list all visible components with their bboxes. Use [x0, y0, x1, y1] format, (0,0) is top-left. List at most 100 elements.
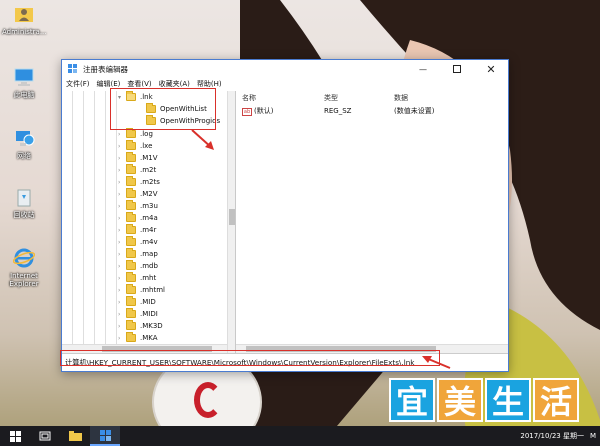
chevron-down-icon[interactable]: ▾ [118, 94, 126, 101]
minimize-icon: — [419, 64, 427, 74]
chevron-right-icon[interactable]: › [118, 155, 126, 162]
folder-icon [126, 308, 136, 318]
chevron-right-icon[interactable]: › [118, 131, 126, 138]
chevron-right-icon[interactable]: › [118, 263, 126, 270]
desktop-icon-this-pc[interactable]: 此电脑 [2, 67, 46, 99]
registry-editor-window[interactable]: 注册表编辑器 — ✕ 文件(F) 编辑(E) 查看(V) 收藏夹(A) 帮助(H… [61, 59, 509, 372]
folder-icon [126, 332, 136, 342]
menu-edit[interactable]: 编辑(E) [97, 79, 121, 89]
tree-item-label: .lxe [140, 142, 153, 150]
tree-item[interactable]: › .mht [118, 272, 156, 284]
tree-indent-lines [62, 91, 122, 353]
chevron-right-icon[interactable]: › [118, 335, 126, 342]
tree-item[interactable]: › .M1V [118, 152, 158, 164]
tree-item[interactable]: OpenWithProgids [138, 115, 220, 127]
clock[interactable]: 2017/10/23 星期一 [520, 431, 584, 441]
list-header: 名称 类型 数据 [236, 91, 508, 105]
chevron-right-icon[interactable]: › [118, 143, 126, 150]
chevron-right-icon[interactable]: › [118, 191, 126, 198]
registry-editor-taskbar-button[interactable] [90, 426, 120, 446]
tree-item[interactable]: › .m4a [118, 212, 158, 224]
close-icon: ✕ [486, 62, 496, 76]
chevron-right-icon[interactable]: › [118, 299, 126, 306]
chevron-right-icon[interactable]: › [118, 167, 126, 174]
tree-item[interactable]: › .m4r [118, 224, 156, 236]
tree-item-label: .log [140, 130, 153, 138]
start-button[interactable] [0, 426, 30, 446]
taskbar: 2017/10/23 星期一 M [0, 426, 600, 446]
tree-item-label: .MID [140, 298, 156, 306]
folder-icon [68, 431, 82, 441]
file-explorer-button[interactable] [60, 426, 90, 446]
chevron-right-icon[interactable]: › [118, 287, 126, 294]
tree-item[interactable]: › .mhtml [118, 284, 165, 296]
column-header-name[interactable]: 名称 [236, 93, 324, 103]
task-view-button[interactable] [30, 426, 60, 446]
minimize-button[interactable]: — [406, 60, 440, 78]
chevron-right-icon[interactable]: › [118, 323, 126, 330]
ime-indicator[interactable]: M [590, 432, 596, 440]
title-bar[interactable]: 注册表编辑器 — ✕ [62, 60, 508, 78]
close-button[interactable]: ✕ [474, 60, 508, 78]
chevron-right-icon[interactable]: › [118, 239, 126, 246]
tree-item[interactable]: ▾ .lnk [118, 91, 153, 103]
tree-item[interactable]: › .map [118, 248, 158, 260]
menu-file[interactable]: 文件(F) [66, 79, 90, 89]
menu-favorites[interactable]: 收藏夹(A) [159, 79, 190, 89]
scroll-thumb[interactable] [102, 346, 212, 352]
tree-item[interactable]: OpenWithList [138, 103, 207, 115]
system-tray: 2017/10/23 星期一 M [520, 431, 600, 441]
value-row[interactable]: ab (默认) REG_SZ (数值未设置) [236, 105, 508, 117]
values-list[interactable]: 名称 类型 数据 ab (默认) REG_SZ (数值未设置) [236, 91, 508, 353]
tree-item[interactable]: › .mdb [118, 260, 158, 272]
column-header-type[interactable]: 类型 [324, 93, 394, 103]
chevron-right-icon[interactable]: › [118, 227, 126, 234]
tree-item-label: .mht [140, 274, 157, 282]
tree-item-label: .m3u [140, 202, 158, 210]
maximize-button[interactable] [440, 60, 474, 78]
tree-item[interactable]: › .MKA [118, 332, 158, 344]
tree-item[interactable]: › .MIDI [118, 308, 158, 320]
tree-item[interactable]: › .MID [118, 296, 156, 308]
logo-tile: 生 [485, 378, 531, 422]
value-name: (默认) [254, 107, 274, 115]
chevron-right-icon[interactable]: › [118, 251, 126, 258]
desktop-icon-label: 此电脑 [13, 91, 35, 99]
menu-help[interactable]: 帮助(H) [197, 79, 222, 89]
folder-icon [126, 284, 136, 294]
scroll-thumb[interactable] [246, 346, 436, 352]
tree-item[interactable]: › .m3u [118, 200, 158, 212]
chevron-right-icon[interactable]: › [118, 311, 126, 318]
list-horizontal-scrollbar[interactable] [236, 344, 508, 353]
chevron-right-icon[interactable]: › [118, 179, 126, 186]
column-header-data[interactable]: 数据 [394, 93, 508, 103]
user-folder-icon [15, 8, 33, 22]
registry-tree[interactable]: ▾ .lnk OpenWithList OpenWithProgids › .log › .l… [62, 91, 236, 353]
internet-explorer-icon [12, 248, 36, 268]
tree-item[interactable]: › .lxe [118, 140, 152, 152]
menu-view[interactable]: 查看(V) [127, 79, 151, 89]
tree-item[interactable]: › .M2V [118, 188, 158, 200]
desktop-icon-label: Internet Explorer [9, 272, 39, 288]
recycle-bin-icon [17, 189, 31, 207]
desktop-icon-internet-explorer[interactable]: Internet Explorer [2, 248, 46, 288]
tree-vertical-scrollbar[interactable] [227, 91, 235, 353]
chevron-right-icon[interactable]: › [118, 215, 126, 222]
folder-icon [126, 164, 136, 174]
tree-item[interactable]: › .log [118, 128, 153, 140]
chevron-right-icon[interactable]: › [118, 275, 126, 282]
tree-item-label: .mdb [140, 262, 158, 270]
tree-item[interactable]: › .m4v [118, 236, 158, 248]
tree-item-label: .map [140, 250, 158, 258]
tree-item[interactable]: › .m2t [118, 164, 156, 176]
tree-item[interactable]: › .m2ts [118, 176, 160, 188]
chevron-right-icon[interactable]: › [118, 203, 126, 210]
desktop-icon-user[interactable]: Administra... [2, 4, 47, 36]
tree-item[interactable]: › .MK3D [118, 320, 163, 332]
desktop-icon-label: 网络 [17, 152, 31, 160]
window-title: 注册表编辑器 [83, 64, 128, 74]
desktop-icon-recycle-bin[interactable]: 回收站 [2, 187, 46, 219]
scroll-thumb[interactable] [229, 209, 235, 225]
tree-horizontal-scrollbar[interactable] [62, 344, 227, 353]
desktop-icon-network[interactable]: 网络 [2, 128, 46, 160]
